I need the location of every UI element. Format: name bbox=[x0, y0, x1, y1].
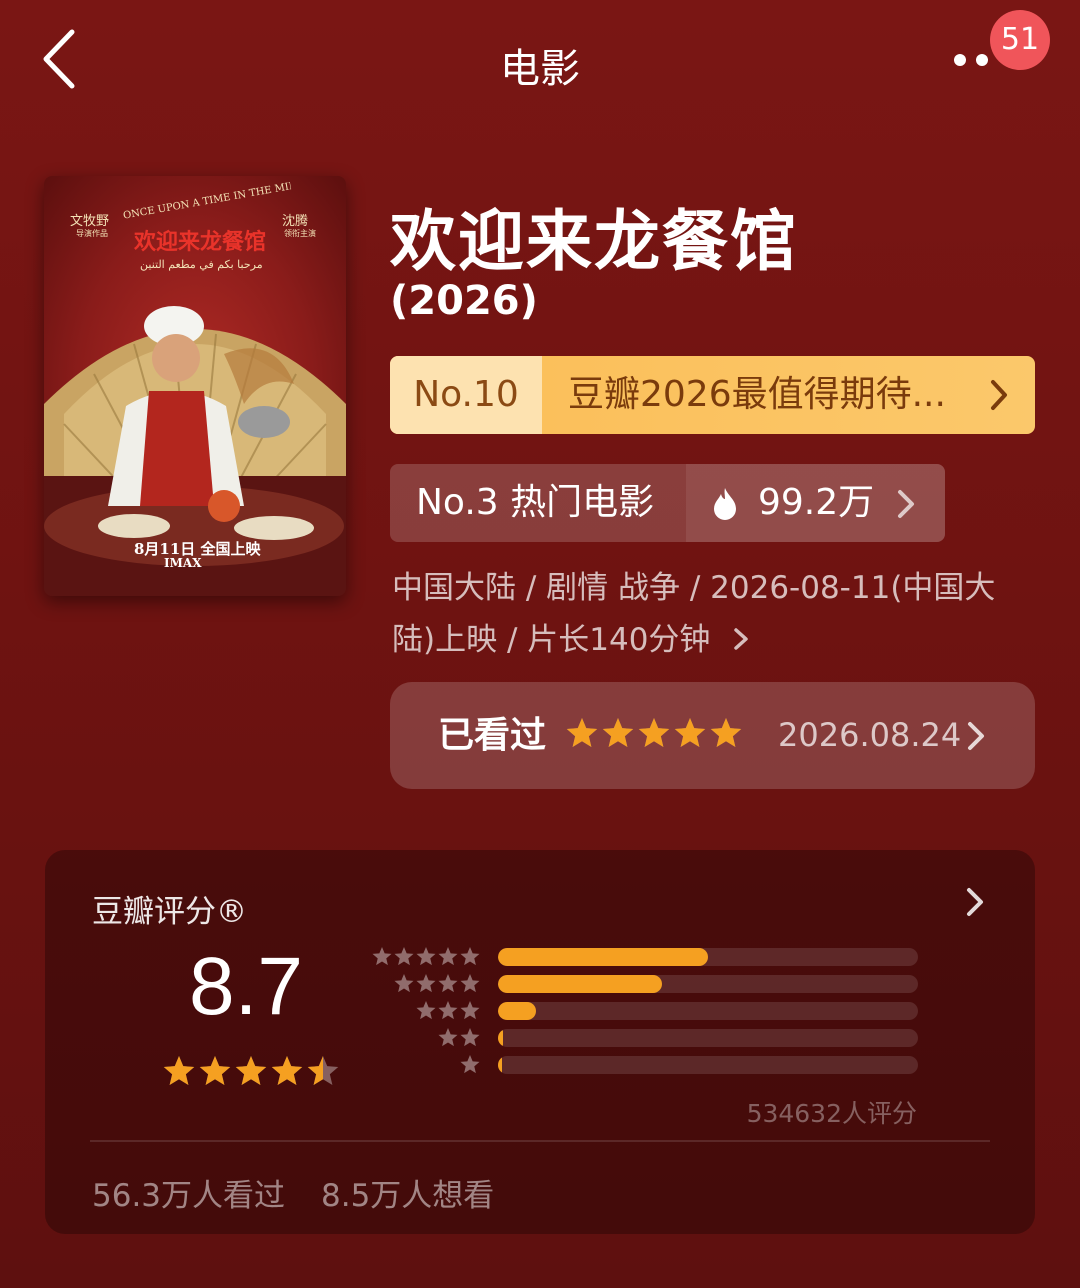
raters-count: 534632人评分 bbox=[746, 1099, 917, 1128]
rating-bar-stars-2 bbox=[438, 1028, 480, 1047]
star-icon bbox=[460, 947, 480, 966]
rating-distribution bbox=[372, 947, 920, 1088]
rating-score-stars bbox=[163, 1056, 339, 1085]
notification-badge[interactable]: 51 bbox=[990, 10, 1050, 70]
star-filled-icon bbox=[271, 1056, 303, 1085]
heat-indicator[interactable]: 99.2万 bbox=[686, 464, 945, 542]
chevron-right-icon bbox=[967, 888, 983, 916]
more-icon-dot bbox=[976, 54, 988, 66]
movie-meta-info[interactable]: 中国大陆 / 剧情 战争 / 2026-08-11(中国大 陆)上映 / 片长1… bbox=[392, 562, 1022, 666]
star-filled-icon bbox=[710, 718, 742, 747]
chevron-right-icon bbox=[898, 490, 914, 518]
watched-count[interactable]: 56.3万人看过 bbox=[92, 1170, 285, 1215]
rating-bar-fill bbox=[498, 948, 708, 966]
star-icon bbox=[416, 1001, 436, 1020]
rating-bar-fill bbox=[498, 975, 662, 993]
movie-poster[interactable]: 文牧野 导演作品 沈腾 领衔主演 ONCE UPON A TIME IN THE… bbox=[44, 176, 346, 596]
chevron-right-icon bbox=[968, 722, 984, 750]
poster-arabic-title: مرحبا بكم في مطعم التنين bbox=[140, 258, 263, 271]
rating-bar-fill bbox=[498, 1002, 536, 1020]
rating-title: 豆瓣评分® bbox=[92, 894, 247, 930]
star-icon bbox=[438, 1028, 458, 1047]
star-icon bbox=[372, 947, 392, 966]
star-icon bbox=[460, 1001, 480, 1020]
top-bar: 电影 51 bbox=[0, 0, 1080, 120]
star-icon bbox=[394, 947, 414, 966]
divider bbox=[90, 1140, 990, 1142]
rating-bar-stars-1 bbox=[460, 1055, 480, 1074]
chevron-right-icon bbox=[734, 628, 749, 650]
rating-bar-3-star bbox=[498, 1002, 918, 1020]
rating-bar-4-star bbox=[498, 975, 918, 993]
star-filled-icon bbox=[566, 718, 598, 747]
star-icon bbox=[416, 974, 436, 993]
rating-bar-fill bbox=[498, 1029, 504, 1047]
heat-count: 99.2万 bbox=[758, 482, 875, 523]
star-filled-icon bbox=[638, 718, 670, 747]
more-button[interactable] bbox=[946, 40, 996, 80]
star-filled-icon bbox=[235, 1056, 267, 1085]
rating-bar-stars-5 bbox=[372, 947, 480, 966]
poster-chinese-title: 欢迎来龙餐馆 bbox=[134, 229, 267, 255]
star-icon bbox=[416, 947, 436, 966]
want-to-watch-count[interactable]: 8.5万人想看 bbox=[321, 1170, 494, 1215]
more-icon bbox=[954, 54, 966, 66]
ranking-number: No.10 bbox=[390, 356, 542, 434]
poster-director-name: 文牧野 bbox=[70, 214, 110, 229]
meta-line-2-text: 陆)上映 / 片长140分钟 bbox=[392, 622, 711, 658]
chevron-right-icon bbox=[965, 356, 1035, 434]
star-filled-icon bbox=[163, 1056, 195, 1085]
ranking-list-name: 豆瓣2026最值得期待... bbox=[568, 374, 946, 415]
hot-movie-rank-label: No.3 热门电影 bbox=[416, 482, 655, 523]
meta-line-2: 陆)上映 / 片长140分钟 bbox=[392, 614, 1022, 666]
page-title: 电影 bbox=[500, 46, 580, 92]
movie-year: (2026) bbox=[390, 278, 538, 324]
rating-bar-2-star bbox=[498, 1029, 918, 1047]
star-filled-icon bbox=[199, 1056, 231, 1085]
poster-director-role: 导演作品 bbox=[76, 229, 108, 238]
watched-date: 2026.08.24 bbox=[778, 716, 962, 754]
star-icon bbox=[438, 974, 458, 993]
rating-bar-1-star bbox=[498, 1056, 918, 1074]
poster-lead-role: 领衔主演 bbox=[284, 229, 316, 238]
douban-rating-card[interactable]: 豆瓣评分® 8.7 534632人评分 56.3万人看过 8.5万人想看 bbox=[45, 850, 1035, 1234]
user-rating-stars bbox=[566, 718, 742, 747]
ranking-list-banner[interactable]: No.10 豆瓣2026最值得期待... bbox=[390, 356, 1035, 434]
star-icon bbox=[438, 1001, 458, 1020]
watched-status-card[interactable]: 已看过 2026.08.24 bbox=[390, 682, 1035, 789]
poster-imax-logo: IMAX bbox=[164, 556, 202, 570]
star-icon bbox=[460, 974, 480, 993]
meta-line-1: 中国大陆 / 剧情 战争 / 2026-08-11(中国大 bbox=[392, 570, 996, 606]
flame-icon bbox=[714, 488, 736, 520]
rating-bar-5-star bbox=[498, 948, 918, 966]
star-icon bbox=[460, 1055, 480, 1074]
rating-bar-stars-3 bbox=[416, 1001, 480, 1020]
rating-score: 8.7 bbox=[189, 941, 303, 1032]
star-icon bbox=[394, 974, 414, 993]
star-filled-icon bbox=[674, 718, 706, 747]
star-filled-icon bbox=[602, 718, 634, 747]
poster-lead-name: 沈腾 bbox=[282, 214, 309, 229]
rating-bar-stars-4 bbox=[394, 974, 480, 993]
watched-label: 已看过 bbox=[438, 715, 547, 756]
star-icon bbox=[460, 1028, 480, 1047]
rating-bar-fill bbox=[498, 1056, 502, 1074]
movie-title: 欢迎来龙餐馆 bbox=[390, 203, 798, 280]
hot-movie-rank[interactable]: No.3 热门电影 99.2万 bbox=[390, 464, 945, 542]
star-icon bbox=[438, 947, 458, 966]
